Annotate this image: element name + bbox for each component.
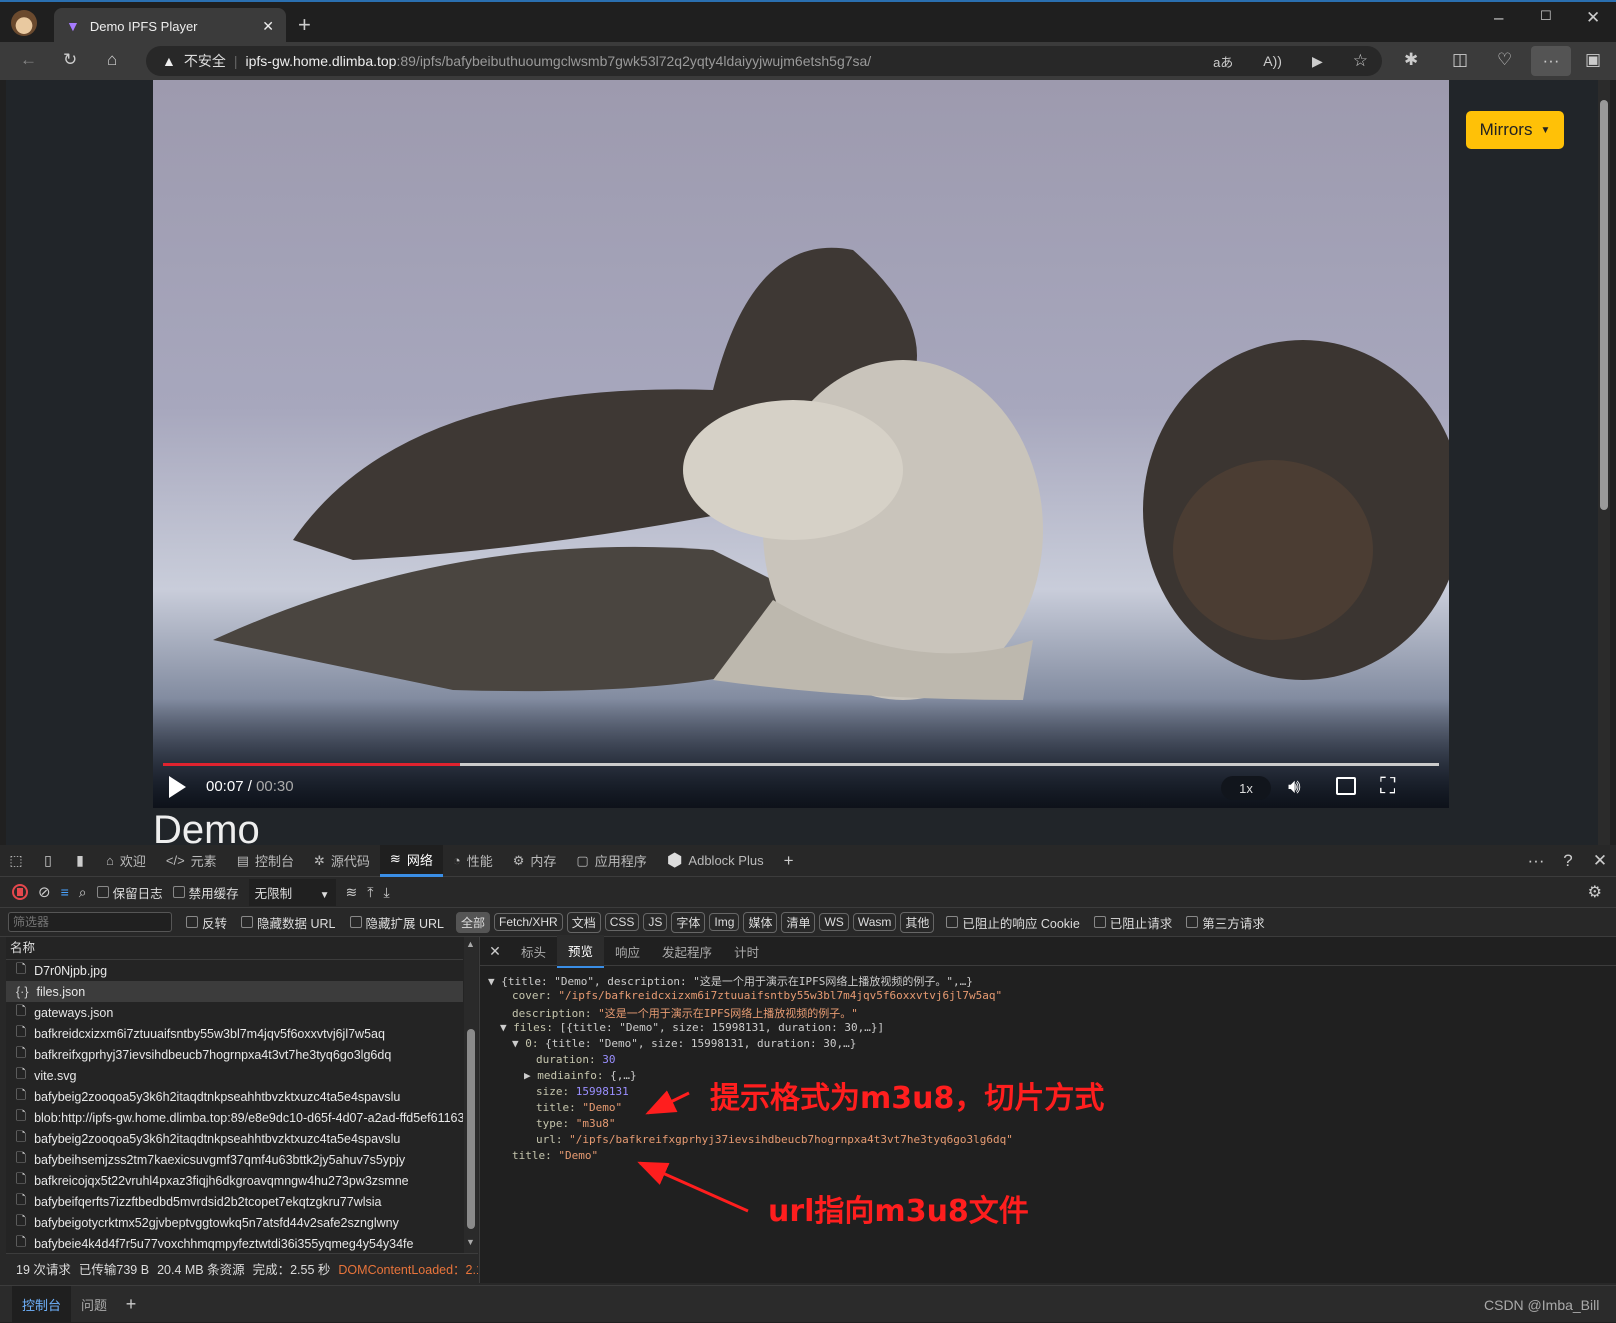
- annotation-arrows: [637, 1090, 749, 1213]
- arrow-2: [637, 1161, 749, 1213]
- watermark: CSDN @Imba_Bill: [1484, 1297, 1600, 1313]
- annotation-format-note: 提示格式为m3u8，切片方式: [710, 1081, 1105, 1116]
- annotation-url-note: url指向m3u8文件: [768, 1194, 1029, 1229]
- arrow-1: [645, 1090, 690, 1115]
